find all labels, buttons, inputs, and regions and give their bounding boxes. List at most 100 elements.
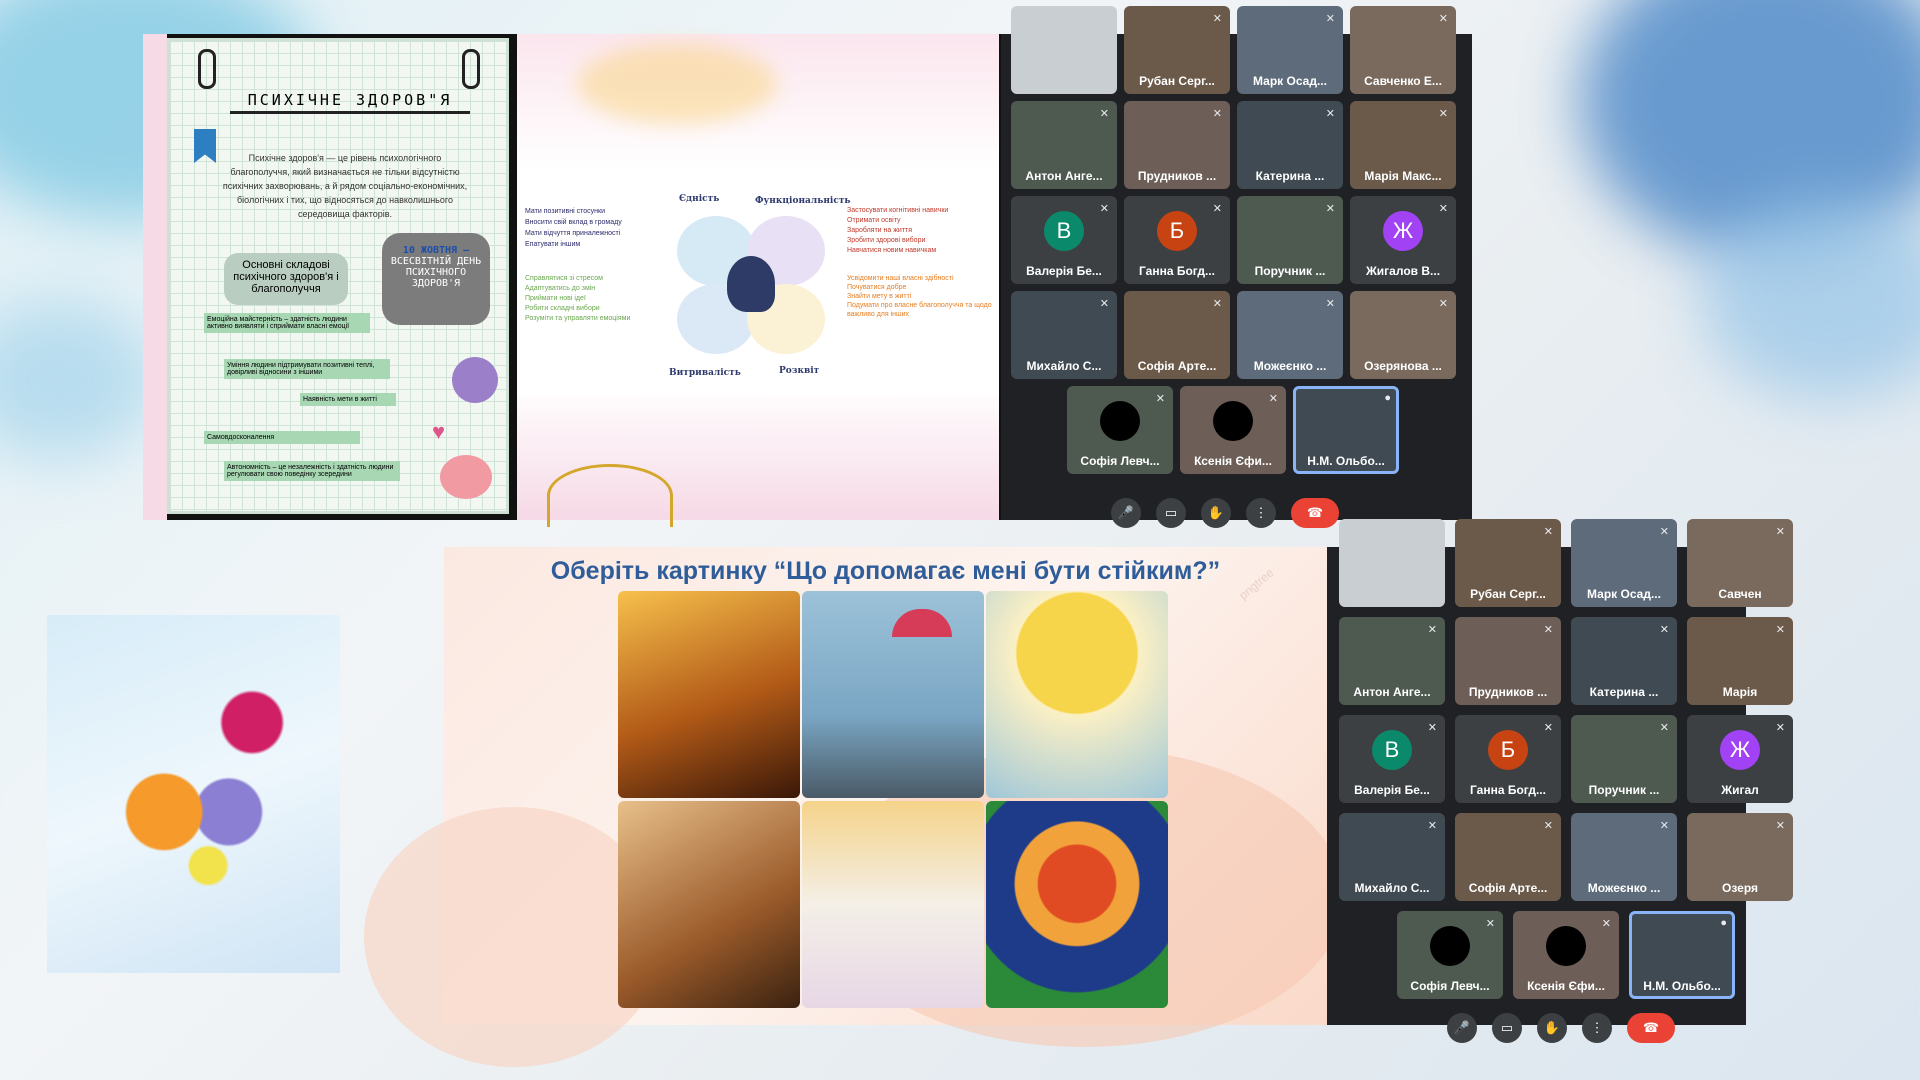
picture-father-son-driving[interactable] <box>618 801 800 1008</box>
participant-tile[interactable]: ✕ Михайло С... <box>1339 813 1445 901</box>
participant-tile[interactable]: ✕ Софія Арте... <box>1124 291 1230 379</box>
left-top-list: Мати позитивні стосунки Вносити свій вкл… <box>525 206 622 250</box>
list-item: Мати відчуття приналежності <box>525 230 621 237</box>
diagram-label-unity: Єдність <box>679 194 720 204</box>
participant-tile[interactable]: ✕ Прудников ... <box>1124 101 1230 189</box>
participant-name: Можеєнко ... <box>1587 881 1661 895</box>
participant-tile[interactable]: ✕ Озерянова ... <box>1350 291 1456 379</box>
participant-tile[interactable]: Б ✕ Ганна Богд... <box>1124 196 1230 284</box>
participant-tile[interactable]: Ж ✕ Жигалов В... <box>1350 196 1456 284</box>
list-item: Зробити здорові вибори <box>847 237 926 244</box>
participant-tile[interactable]: ✕ Рубан Серг... <box>1455 519 1561 607</box>
participant-name: Антон Анге... <box>1353 685 1431 699</box>
participant-name: Марія Макс... <box>1364 169 1442 183</box>
participant-tile[interactable]: ✕ Ксенія Єфи... <box>1513 911 1619 999</box>
participant-tile[interactable]: ✕ Софія Левч... <box>1397 911 1503 999</box>
mic-off-icon: ✕ <box>1601 918 1611 930</box>
participant-tile[interactable]: ✕ Михайло С... <box>1011 291 1117 379</box>
mic-off-icon: ✕ <box>1775 820 1785 832</box>
picture-meditation-girl[interactable] <box>802 801 984 1008</box>
participant-tile[interactable]: В ✕ Валерія Бе... <box>1339 715 1445 803</box>
participant-tile[interactable]: ✕ Антон Анге... <box>1339 617 1445 705</box>
camera-icon[interactable]: ▭ <box>1156 498 1186 528</box>
participant-tile[interactable]: ✕ Озеря <box>1687 813 1793 901</box>
participant-tile[interactable]: ✕ Можеєнко ... <box>1237 291 1343 379</box>
slide-title: Оберіть картинку “Що допомагає мені бути… <box>550 557 1221 585</box>
participant-tile[interactable]: ✕ Рубан Серг... <box>1124 6 1230 94</box>
mic-off-icon: ✕ <box>1775 722 1785 734</box>
top-screenshot: ПСИХІЧНЕ ЗДОРОВ"Я Психічне здоров'я — це… <box>143 6 1472 528</box>
note-5: Автономність – це незалежність і здатніс… <box>224 461 400 481</box>
participant-tile[interactable]: ✕ Софія Арте... <box>1455 813 1561 901</box>
mic-off-icon: ✕ <box>1099 108 1109 120</box>
picture-girl-window[interactable] <box>618 591 800 798</box>
poster-title: ПСИХІЧНЕ ЗДОРОВ"Я <box>230 91 470 114</box>
wellbeing-slide: Єдність Функціональність Витривалість Ро… <box>517 34 999 527</box>
participant-tile[interactable] <box>1339 519 1445 607</box>
diagram-label-flourish: Розквіт <box>779 366 820 376</box>
mic-off-icon: ✕ <box>1485 918 1495 930</box>
participant-tile[interactable]: ● Н.М. Ольбо... <box>1293 386 1399 474</box>
picture-cats-sun[interactable] <box>986 591 1168 798</box>
mic-off-icon: ✕ <box>1543 624 1553 636</box>
raise-hand-icon[interactable]: ✋ <box>1201 498 1231 528</box>
participant-tile[interactable]: ✕ Марк Осад... <box>1571 519 1677 607</box>
participant-tile[interactable]: ✕ Антон Анге... <box>1011 101 1117 189</box>
mic-off-icon: ✕ <box>1659 526 1669 538</box>
participant-tile[interactable]: ● Н.М. Ольбо... <box>1629 911 1735 999</box>
mic-icon[interactable]: 🎤 <box>1111 498 1141 528</box>
picture-umbrella-jump[interactable] <box>802 591 984 798</box>
brain-icon <box>440 455 492 499</box>
end-call-button[interactable]: ☎ <box>1627 1013 1675 1043</box>
diagram-panel: Єдність Функціональність Витривалість Ро… <box>517 170 999 396</box>
avatar <box>1430 926 1470 967</box>
participant-tile[interactable]: ✕ Марія <box>1687 617 1793 705</box>
picture-colorful-tree[interactable] <box>986 801 1168 1008</box>
more-icon[interactable]: ⋮ <box>1582 1013 1612 1043</box>
components-label: Основні складові психічного здоров'я і б… <box>224 253 348 305</box>
mic-off-icon: ✕ <box>1438 203 1448 215</box>
participant-tile[interactable]: ✕ Поручник ... <box>1237 196 1343 284</box>
participant-tile[interactable]: ✕ Софія Левч... <box>1067 386 1173 474</box>
participant-tile[interactable]: ✕ Савчен <box>1687 519 1793 607</box>
participant-name: Н.М. Ольбо... <box>1307 454 1385 468</box>
participant-tile[interactable] <box>1011 6 1117 94</box>
participant-tile[interactable]: ✕ Ксенія Єфи... <box>1180 386 1286 474</box>
participant-name: Савченко Е... <box>1364 74 1442 88</box>
participant-tile[interactable]: Б ✕ Ганна Богд... <box>1455 715 1561 803</box>
end-call-button[interactable]: ☎ <box>1291 498 1339 528</box>
list-item: Усвідомити наші власні здібності <box>847 275 954 282</box>
head-silhouette-icon <box>727 256 775 312</box>
paperclip-icon <box>462 49 480 89</box>
participant-tile[interactable]: ✕ Марія Макс... <box>1350 101 1456 189</box>
mic-off-icon: ✕ <box>1325 203 1335 215</box>
participant-tile[interactable]: ✕ Марк Осад... <box>1237 6 1343 94</box>
mic-off-icon: ✕ <box>1775 624 1785 636</box>
mic-off-icon: ✕ <box>1099 298 1109 310</box>
participant-tile[interactable]: ✕ Поручник ... <box>1571 715 1677 803</box>
date-line-1: 10 ЖОВТНЯ – <box>402 245 470 256</box>
participant-tile[interactable]: Ж ✕ Жигал <box>1687 715 1793 803</box>
mic-off-icon: ✕ <box>1325 298 1335 310</box>
avatar: В <box>1372 730 1412 771</box>
avatar <box>1546 926 1586 967</box>
participant-tile[interactable]: В ✕ Валерія Бе... <box>1011 196 1117 284</box>
head-icon <box>452 357 498 403</box>
participant-name: Поручник ... <box>1254 264 1326 278</box>
participant-name: Жигал <box>1721 783 1759 797</box>
participant-tile[interactable]: ✕ Катерина ... <box>1237 101 1343 189</box>
participant-tile[interactable]: ✕ Прудников ... <box>1455 617 1561 705</box>
bookmark-icon <box>194 129 216 163</box>
participant-name: Жигалов В... <box>1365 264 1441 278</box>
more-icon[interactable]: ⋮ <box>1246 498 1276 528</box>
resilience-slide: Оберіть картинку “Що допомагає мені бути… <box>364 547 1344 1067</box>
participant-tile[interactable]: ✕ Можеєнко ... <box>1571 813 1677 901</box>
participant-tile[interactable]: ✕ Катерина ... <box>1571 617 1677 705</box>
raise-hand-icon[interactable]: ✋ <box>1537 1013 1567 1043</box>
participant-tile[interactable]: ✕ Савченко Е... <box>1350 6 1456 94</box>
diagram-label-endurance: Витривалість <box>669 368 741 378</box>
note-2: Уміння людини підтримувати позитивні теп… <box>224 359 390 379</box>
camera-icon[interactable]: ▭ <box>1492 1013 1522 1043</box>
mic-icon[interactable]: 🎤 <box>1447 1013 1477 1043</box>
participant-name: Михайло С... <box>1354 881 1430 895</box>
